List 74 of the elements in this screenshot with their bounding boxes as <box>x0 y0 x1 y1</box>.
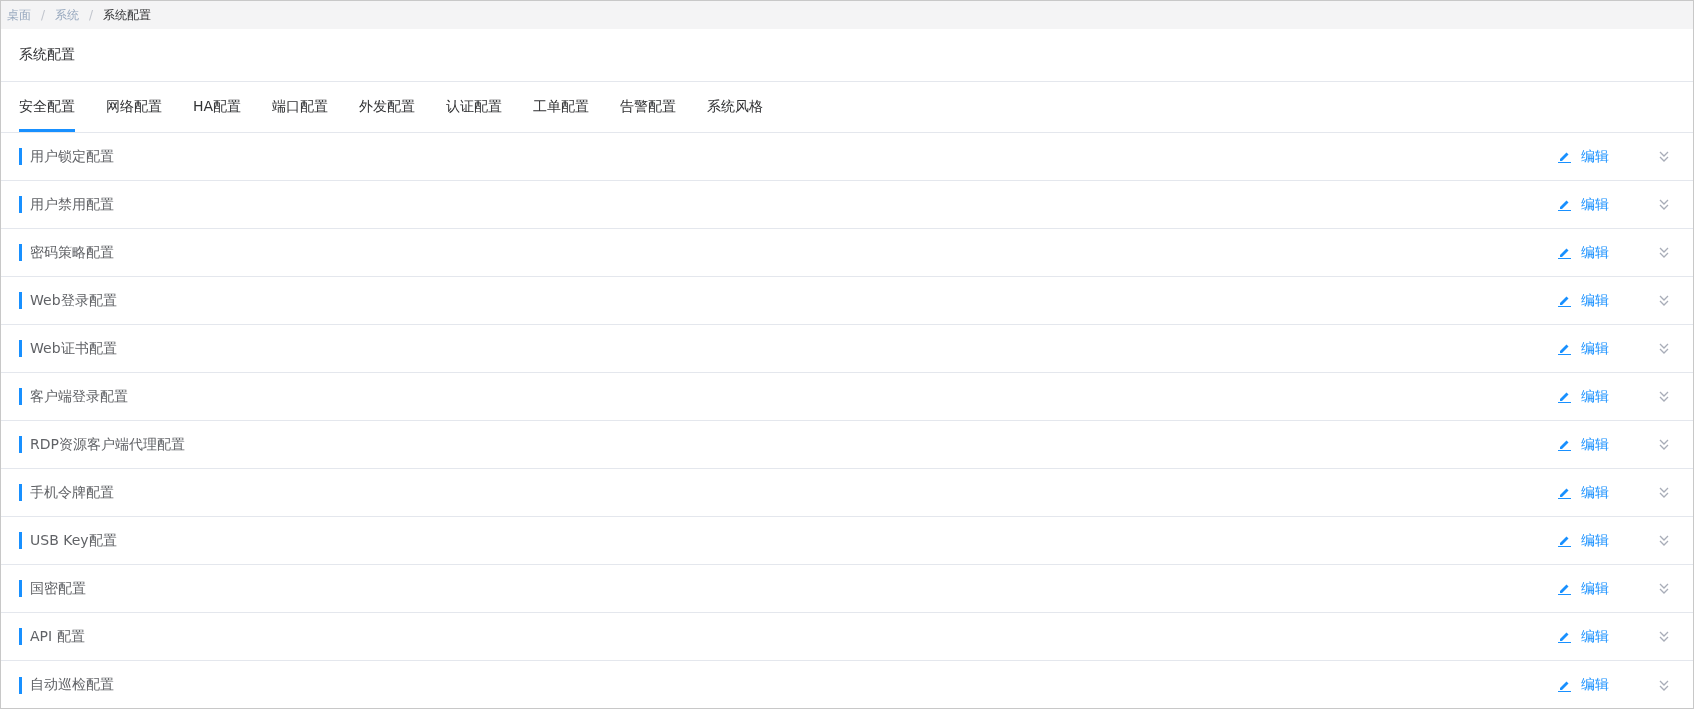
tab[interactable]: 工单配置 <box>533 82 590 132</box>
tab[interactable]: 认证配置 <box>446 82 503 132</box>
pencil-icon <box>1558 198 1571 211</box>
edit-link[interactable]: 编辑 <box>1558 483 1609 502</box>
edit-link[interactable]: 编辑 <box>1558 579 1609 598</box>
breadcrumb-item[interactable]: 系统 <box>55 6 80 24</box>
edit-link[interactable]: 编辑 <box>1558 195 1609 214</box>
accent-bar <box>19 436 22 453</box>
chevron-icon[interactable] <box>1659 199 1669 210</box>
chevron-icon[interactable] <box>1659 535 1669 546</box>
accent-bar <box>19 292 22 309</box>
chevron-icon[interactable] <box>1659 487 1669 498</box>
accent-bar <box>19 196 22 213</box>
accent-bar <box>19 676 22 694</box>
accent-bar <box>19 484 22 501</box>
tab[interactable]: 外发配置 <box>359 82 416 132</box>
section-title: API 配置 <box>30 627 86 646</box>
edit-link[interactable]: 编辑 <box>1558 243 1609 262</box>
accent-bar <box>19 628 22 645</box>
pencil-icon <box>1558 486 1571 499</box>
section-title: Web证书配置 <box>30 339 118 358</box>
accent-bar <box>19 532 22 549</box>
tab[interactable]: 系统风格 <box>707 82 764 132</box>
section-title: Web登录配置 <box>30 291 118 310</box>
edit-link[interactable]: 编辑 <box>1558 676 1609 694</box>
pencil-icon <box>1558 390 1571 403</box>
pencil-icon <box>1558 534 1571 547</box>
section-title: 自动巡检配置 <box>30 676 115 694</box>
section-title: 客户端登录配置 <box>30 387 129 406</box>
pencil-icon <box>1558 438 1571 451</box>
accent-bar <box>19 148 22 165</box>
section-title: 用户锁定配置 <box>30 147 115 166</box>
accent-bar <box>19 340 22 357</box>
section-title: 手机令牌配置 <box>30 483 115 502</box>
section-title: 国密配置 <box>30 579 87 598</box>
chevron-icon[interactable] <box>1659 439 1669 450</box>
accent-bar <box>19 388 22 405</box>
edit-link[interactable]: 编辑 <box>1558 435 1609 454</box>
breadcrumb-item: 系统配置 <box>103 6 152 24</box>
chevron-icon[interactable] <box>1659 679 1669 691</box>
breadcrumb-item[interactable]: 桌面 <box>7 6 31 24</box>
tab[interactable]: HA配置 <box>193 82 242 132</box>
page-title: 系统配置 <box>1 29 1693 82</box>
edit-link[interactable]: 编辑 <box>1558 291 1609 310</box>
tab[interactable]: 网络配置 <box>106 82 162 132</box>
breadcrumb-separator: / <box>89 8 94 22</box>
tab[interactable]: 告警配置 <box>620 82 677 132</box>
chevron-icon[interactable] <box>1659 295 1669 306</box>
accent-bar <box>19 580 22 597</box>
chevron-icon[interactable] <box>1659 343 1669 354</box>
section-title: RDP资源客户端代理配置 <box>30 435 186 454</box>
pencil-icon <box>1558 582 1571 595</box>
edit-link[interactable]: 编辑 <box>1558 627 1609 646</box>
breadcrumb-separator: / <box>41 8 46 22</box>
section-title: USB Key配置 <box>30 531 118 550</box>
section-title: 用户禁用配置 <box>30 195 115 214</box>
edit-link[interactable]: 编辑 <box>1558 147 1609 166</box>
pencil-icon <box>1558 246 1571 259</box>
pencil-icon <box>1558 630 1571 643</box>
tab[interactable]: 安全配置 <box>19 82 75 132</box>
tab[interactable]: 端口配置 <box>272 82 329 132</box>
chevron-icon[interactable] <box>1659 151 1669 162</box>
edit-link[interactable]: 编辑 <box>1558 339 1609 358</box>
chevron-icon[interactable] <box>1659 631 1669 642</box>
chevron-icon[interactable] <box>1659 583 1669 594</box>
pencil-icon <box>1558 150 1571 163</box>
pencil-icon <box>1558 342 1571 355</box>
edit-link[interactable]: 编辑 <box>1558 531 1609 550</box>
accent-bar <box>19 244 22 261</box>
chevron-icon[interactable] <box>1659 391 1669 402</box>
chevron-icon[interactable] <box>1659 247 1669 258</box>
section-title: 密码策略配置 <box>30 243 115 262</box>
pencil-icon <box>1558 294 1571 307</box>
edit-link[interactable]: 编辑 <box>1558 387 1609 406</box>
